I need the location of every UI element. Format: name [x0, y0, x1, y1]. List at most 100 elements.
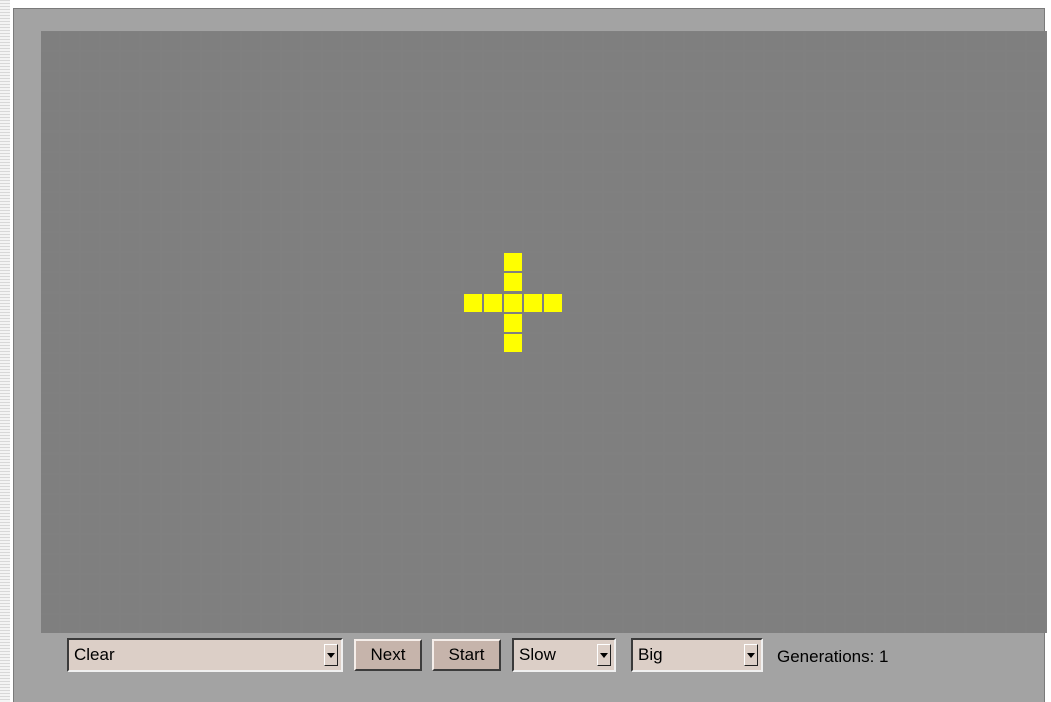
grid-cell[interactable] [785, 32, 803, 50]
grid-cell[interactable] [886, 112, 904, 130]
grid-cell[interactable] [987, 253, 1005, 271]
grid-cell[interactable] [504, 193, 522, 211]
grid-cell[interactable] [826, 153, 844, 171]
grid-cell[interactable] [806, 112, 824, 130]
grid-cell[interactable] [624, 173, 642, 191]
grid-cell[interactable] [846, 334, 864, 352]
grid-cell[interactable] [765, 32, 783, 50]
grid-cell[interactable] [645, 92, 663, 110]
grid-cell[interactable] [282, 233, 300, 251]
grid-cell[interactable] [1007, 112, 1025, 130]
grid-cell[interactable] [81, 92, 99, 110]
grid-cell[interactable] [443, 434, 461, 452]
grid-cell[interactable] [846, 233, 864, 251]
grid-cell[interactable] [544, 495, 562, 513]
grid-cell[interactable] [645, 273, 663, 291]
grid-cell[interactable] [765, 515, 783, 533]
grid-cell[interactable] [846, 32, 864, 50]
grid-cell[interactable] [81, 72, 99, 90]
grid-cell[interactable] [383, 595, 401, 613]
grid-cell[interactable] [826, 32, 844, 50]
grid-cell[interactable] [162, 314, 180, 332]
grid-cell[interactable] [443, 414, 461, 432]
grid-cell[interactable] [926, 455, 944, 473]
grid-cell[interactable] [906, 555, 924, 573]
grid-cell[interactable] [584, 374, 602, 392]
grid-cell[interactable] [504, 414, 522, 432]
grid-cell[interactable] [624, 595, 642, 613]
grid-cell[interactable] [262, 173, 280, 191]
grid-cell[interactable] [564, 294, 582, 312]
grid-cell[interactable] [785, 72, 803, 90]
grid-cell[interactable] [423, 595, 441, 613]
grid-cell[interactable] [604, 133, 622, 151]
grid-cell[interactable] [866, 92, 884, 110]
grid-cell[interactable] [745, 193, 763, 211]
grid-cell[interactable] [584, 213, 602, 231]
grid-cell[interactable] [162, 213, 180, 231]
grid-cell[interactable] [1007, 213, 1025, 231]
grid-cell[interactable] [61, 555, 79, 573]
grid-cell[interactable] [121, 72, 139, 90]
grid-cell[interactable] [826, 455, 844, 473]
grid-cell[interactable] [423, 354, 441, 372]
grid-cell[interactable] [524, 455, 542, 473]
grid-cell[interactable] [624, 92, 642, 110]
grid-cell[interactable] [343, 92, 361, 110]
grid-cell[interactable] [101, 334, 119, 352]
grid-cell[interactable] [403, 133, 421, 151]
grid-cell[interactable] [464, 475, 482, 493]
grid-cell[interactable] [443, 273, 461, 291]
grid-cell[interactable] [564, 72, 582, 90]
grid-cell[interactable] [725, 575, 743, 593]
grid-cell[interactable] [524, 354, 542, 372]
grid-cell[interactable] [363, 595, 381, 613]
grid-cell[interactable] [826, 314, 844, 332]
grid-cell[interactable] [242, 92, 260, 110]
grid-cell[interactable] [242, 253, 260, 271]
grid-cell[interactable] [705, 133, 723, 151]
grid-cell[interactable] [363, 294, 381, 312]
grid-cell[interactable] [101, 515, 119, 533]
grid-cell[interactable] [946, 233, 964, 251]
grid-cell[interactable] [645, 374, 663, 392]
grid-cell[interactable] [745, 32, 763, 50]
grid-cell[interactable] [121, 475, 139, 493]
grid-cell[interactable] [524, 434, 542, 452]
grid-cell[interactable] [363, 193, 381, 211]
grid-cell[interactable] [906, 294, 924, 312]
grid-cell[interactable] [282, 32, 300, 50]
grid-cell[interactable] [282, 475, 300, 493]
grid-cell[interactable] [162, 475, 180, 493]
grid-cell[interactable] [1007, 153, 1025, 171]
grid-cell[interactable] [464, 615, 482, 633]
grid-cell[interactable] [665, 133, 683, 151]
grid-cell[interactable] [423, 72, 441, 90]
grid-cell[interactable] [705, 334, 723, 352]
grid-cell[interactable] [544, 153, 562, 171]
grid-cell[interactable] [967, 615, 985, 633]
grid-cell[interactable] [202, 495, 220, 513]
grid-cell[interactable] [906, 455, 924, 473]
grid-cell[interactable] [1027, 72, 1045, 90]
grid-cell[interactable] [806, 374, 824, 392]
grid-cell[interactable] [41, 253, 59, 271]
live-cell[interactable] [504, 334, 522, 352]
grid-cell[interactable] [504, 153, 522, 171]
grid-cell[interactable] [262, 374, 280, 392]
grid-cell[interactable] [262, 615, 280, 633]
grid-cell[interactable] [524, 72, 542, 90]
grid-cell[interactable] [484, 173, 502, 191]
grid-cell[interactable] [584, 273, 602, 291]
grid-cell[interactable] [41, 394, 59, 412]
grid-cell[interactable] [323, 475, 341, 493]
grid-cell[interactable] [443, 455, 461, 473]
grid-cell[interactable] [926, 555, 944, 573]
grid-cell[interactable] [282, 314, 300, 332]
grid-cell[interactable] [826, 173, 844, 191]
grid-cell[interactable] [826, 555, 844, 573]
grid-cell[interactable] [524, 92, 542, 110]
grid-cell[interactable] [987, 92, 1005, 110]
grid-cell[interactable] [343, 414, 361, 432]
grid-cell[interactable] [604, 72, 622, 90]
